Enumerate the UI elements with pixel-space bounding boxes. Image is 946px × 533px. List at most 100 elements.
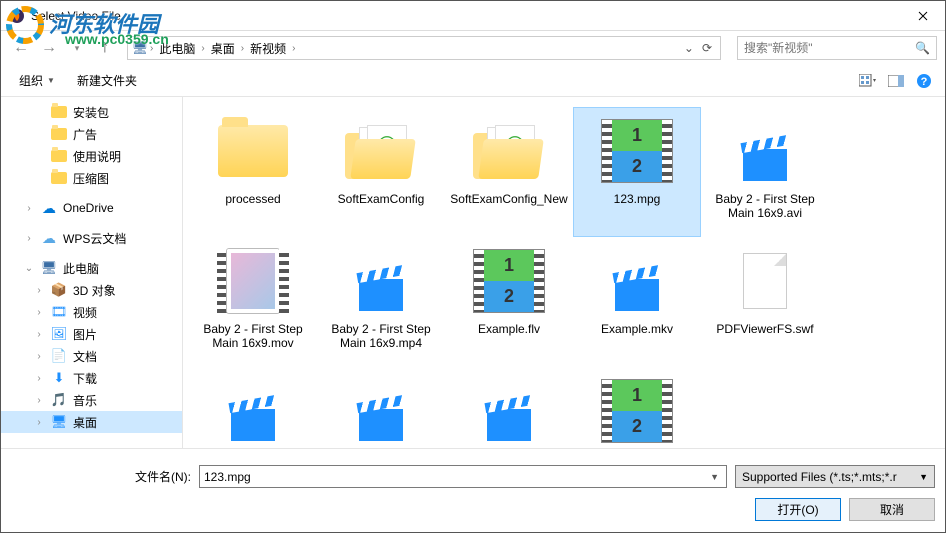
tree-node[interactable]: ⌄ 🖥 此电脑 bbox=[1, 257, 182, 279]
file-item[interactable]: Example.mkv bbox=[573, 237, 701, 367]
tree-node[interactable]: ›☁WPS云文档 bbox=[1, 227, 182, 249]
expand-icon[interactable]: › bbox=[33, 307, 45, 318]
address-bar[interactable]: 🖥 › 此电脑 › 桌面 › 新视频 › ⌄ ⟳ bbox=[127, 36, 721, 60]
pc-icon: 🖥 bbox=[132, 40, 148, 56]
folder-icon bbox=[51, 148, 67, 164]
file-thumbnail bbox=[723, 114, 807, 188]
file-item[interactable]: PDFViewerFS.swf bbox=[701, 237, 829, 367]
file-label: Baby 2 - First Step Main 16x9.mp4 bbox=[322, 322, 440, 350]
navigation-bar: ← → ▾ ↑ 🖥 › 此电脑 › 桌面 › 新视频 › ⌄ ⟳ 🔍 bbox=[1, 31, 945, 65]
pic-icon: 🖼 bbox=[51, 326, 67, 342]
tree-node[interactable]: ›🎵音乐 bbox=[1, 389, 182, 411]
filename-input[interactable] bbox=[204, 470, 707, 484]
file-item[interactable]: 12 123.mpg bbox=[573, 107, 701, 237]
file-item[interactable]: Baby 2 - First Step Main 16x9.avi bbox=[701, 107, 829, 237]
breadcrumb-part[interactable]: 桌面 bbox=[207, 40, 239, 57]
tree-node-label: 3D 对象 bbox=[73, 282, 116, 299]
preview-pane-button[interactable] bbox=[883, 68, 909, 94]
toolbar: 组织▼ 新建文件夹 ? bbox=[1, 65, 945, 97]
tree-node-label: 此电脑 bbox=[63, 260, 99, 277]
expand-icon[interactable]: › bbox=[33, 329, 45, 340]
view-options-button[interactable] bbox=[855, 68, 881, 94]
file-item[interactable]: processed bbox=[189, 107, 317, 237]
file-item[interactable]: ⓢSoftExamConfig_New bbox=[445, 107, 573, 237]
wps-icon: ☁ bbox=[41, 230, 57, 246]
tree-node[interactable]: ›📄文档 bbox=[1, 345, 182, 367]
tree-node[interactable]: 使用说明 bbox=[1, 145, 182, 167]
tree-node[interactable]: 广告 bbox=[1, 123, 182, 145]
file-label: 123.mpg bbox=[614, 192, 661, 206]
expand-icon[interactable]: › bbox=[23, 233, 35, 244]
filename-label: 文件名(N): bbox=[11, 468, 191, 485]
expand-icon[interactable]: › bbox=[33, 285, 45, 296]
file-thumbnail bbox=[211, 244, 295, 318]
search-input[interactable] bbox=[744, 41, 915, 55]
search-box[interactable]: 🔍 bbox=[737, 36, 937, 60]
file-item[interactable]: 胡歌-六月的雨.avi bbox=[317, 367, 445, 448]
file-item[interactable]: Baby 2 - First Step Main 16x9.mp4 bbox=[317, 237, 445, 367]
chevron-down-icon[interactable]: ▼ bbox=[707, 472, 722, 482]
tree-node-label: OneDrive bbox=[63, 201, 114, 215]
recent-dropdown[interactable]: ▾ bbox=[65, 36, 89, 60]
close-button[interactable] bbox=[900, 1, 945, 31]
tree-node[interactable]: › 🎞 视频 bbox=[1, 301, 182, 323]
dialog-footer: 文件名(N): ▼ Supported Files (*.ts;*.mts;*.… bbox=[1, 448, 945, 530]
pc-icon: 🖥 bbox=[41, 260, 57, 276]
expand-icon[interactable]: › bbox=[23, 203, 35, 214]
file-thumbnail bbox=[211, 374, 295, 448]
filename-combo[interactable]: ▼ bbox=[199, 465, 727, 488]
folder-tree[interactable]: 安装包广告使用说明压缩图›☁OneDrive›☁WPS云文档⌄🖥此电脑›📦3D … bbox=[1, 97, 183, 448]
titlebar: Select Video File bbox=[1, 1, 945, 31]
svg-text:?: ? bbox=[921, 76, 928, 88]
tree-node[interactable]: ›⬇下载 bbox=[1, 367, 182, 389]
file-item[interactable]: 胡歌-六月的雨.rmvb bbox=[445, 367, 573, 448]
file-thumbnail: 12 bbox=[467, 244, 551, 318]
expand-icon[interactable]: › bbox=[33, 373, 45, 384]
file-item[interactable]: 12相册1.mpg bbox=[573, 367, 701, 448]
help-button[interactable]: ? bbox=[911, 68, 937, 94]
tree-node-label: 视频 bbox=[73, 304, 97, 321]
file-label: Baby 2 - First Step Main 16x9.avi bbox=[706, 192, 824, 220]
cancel-button[interactable]: 取消 bbox=[849, 498, 935, 521]
forward-button[interactable]: → bbox=[37, 36, 61, 60]
video-icon: 🎞 bbox=[51, 304, 67, 320]
tree-node-label: 下载 bbox=[73, 370, 97, 387]
expand-icon[interactable]: › bbox=[33, 395, 45, 406]
chevron-right-icon: › bbox=[199, 43, 206, 54]
expand-icon[interactable]: › bbox=[33, 351, 45, 362]
tree-node[interactable]: 压缩图 bbox=[1, 167, 182, 189]
chevron-down-icon[interactable]: ▼ bbox=[919, 472, 928, 482]
file-item[interactable]: Baby 2 - First Step Main 16x9.mov bbox=[189, 237, 317, 367]
up-button[interactable]: ↑ bbox=[93, 36, 117, 60]
file-label: Example.flv bbox=[478, 322, 540, 336]
breadcrumb-part[interactable]: 新视频 bbox=[246, 40, 290, 57]
open-button[interactable]: 打开(O) bbox=[755, 498, 841, 521]
file-label: Baby 2 - First Step Main 16x9.mov bbox=[194, 322, 312, 350]
expand-icon[interactable]: › bbox=[33, 417, 45, 428]
file-type-filter[interactable]: Supported Files (*.ts;*.mts;*.r ▼ bbox=[735, 465, 935, 488]
breadcrumb-part[interactable]: 此电脑 bbox=[155, 40, 199, 57]
tree-node-label: 桌面 bbox=[73, 414, 97, 431]
file-thumbnail bbox=[723, 244, 807, 318]
tree-node-label: 广告 bbox=[73, 126, 97, 143]
tree-node[interactable]: ›☁OneDrive bbox=[1, 197, 182, 219]
folder-icon bbox=[51, 104, 67, 120]
search-icon[interactable]: 🔍 bbox=[915, 41, 930, 55]
file-item[interactable]: 河东123.mov bbox=[189, 367, 317, 448]
tree-node-label: 图片 bbox=[73, 326, 97, 343]
address-dropdown[interactable]: ⌄ bbox=[680, 41, 698, 55]
organize-button[interactable]: 组织▼ bbox=[9, 68, 65, 93]
file-item[interactable]: ⓢSoftExamConfig bbox=[317, 107, 445, 237]
refresh-icon[interactable]: ⟳ bbox=[698, 41, 716, 55]
new-folder-button[interactable]: 新建文件夹 bbox=[67, 68, 147, 93]
file-thumbnail: 12 bbox=[595, 114, 679, 188]
expand-icon[interactable]: ⌄ bbox=[23, 263, 35, 274]
tree-node[interactable]: ›📦3D 对象 bbox=[1, 279, 182, 301]
file-list[interactable]: processedⓢSoftExamConfigⓢSoftExamConfig_… bbox=[183, 97, 945, 448]
tree-node[interactable]: 安装包 bbox=[1, 101, 182, 123]
tree-node[interactable]: ›🖥桌面 bbox=[1, 411, 182, 433]
file-thumbnail bbox=[339, 244, 423, 318]
file-item[interactable]: 12 Example.flv bbox=[445, 237, 573, 367]
back-button[interactable]: ← bbox=[9, 36, 33, 60]
tree-node[interactable]: › 🖼 图片 bbox=[1, 323, 182, 345]
